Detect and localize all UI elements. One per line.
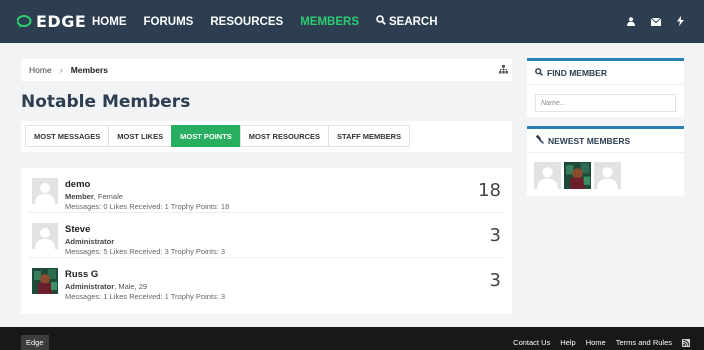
newest-members-block: NEWEST MEMBERS (527, 126, 684, 196)
footer-style-chooser[interactable]: Edge (21, 335, 49, 350)
find-member-title: FIND MEMBER (547, 67, 607, 78)
user-icon[interactable] (627, 13, 635, 31)
breadcrumb-separator: › (59, 65, 63, 75)
footer-link-terms[interactable]: Terms and Rules (616, 338, 672, 347)
nav-home[interactable]: HOME (92, 16, 127, 28)
newest-members-title: NEWEST MEMBERS (548, 135, 631, 146)
member-tabs: MOST MESSAGES MOST LIKES MOST POINTS MOS… (21, 121, 512, 152)
find-member-input[interactable] (535, 94, 676, 112)
footer-link-contact[interactable]: Contact Us (513, 338, 550, 347)
default-avatar[interactable] (534, 162, 561, 189)
member-role: Member (65, 192, 94, 201)
footer-link-home[interactable]: Home (586, 338, 606, 347)
list-item: demo Member, Female Messages: 0 Likes Re… (29, 168, 504, 213)
footer: Edge Contact Us Help Home Terms and Rule… (0, 327, 704, 350)
member-stats: Messages: 0 Likes Received: 1 Trophy Poi… (65, 202, 230, 211)
nav-forums[interactable]: FORUMS (144, 16, 194, 28)
member-title: Member, Female (65, 192, 123, 201)
nav-search-label: SEARCH (388, 15, 438, 28)
breadcrumb: Home › Members (21, 59, 512, 81)
tab-most-likes[interactable]: MOST LIKES (108, 125, 173, 147)
member-title: Administrator (65, 237, 114, 246)
gavel-icon (535, 134, 544, 146)
default-avatar[interactable] (32, 178, 58, 204)
tab-most-points[interactable]: MOST POINTS (171, 125, 241, 147)
user-tools (611, 0, 684, 43)
footer-links: Contact Us Help Home Terms and Rules (503, 338, 690, 347)
footer-link-help[interactable]: Help (560, 338, 575, 347)
member-name[interactable]: Steve (65, 224, 90, 235)
rss-icon[interactable] (682, 338, 690, 347)
site-logo-text: EDGE (36, 12, 87, 31)
member-points: 3 (489, 225, 501, 246)
member-title: Administrator, Male, 29 (65, 282, 147, 291)
member-name[interactable]: demo (65, 179, 90, 190)
site-logo[interactable]: EDGE (16, 12, 87, 31)
main-nav: HOME FORUMS RESOURCES MEMBERS SEARCH (92, 0, 455, 43)
sitemap-icon[interactable] (499, 65, 508, 76)
member-stats: Messages: 5 Likes Received: 3 Trophy Poi… (65, 247, 226, 256)
member-role: Administrator (65, 282, 115, 291)
search-icon (535, 67, 543, 78)
search-icon (376, 15, 386, 28)
member-points: 18 (478, 180, 501, 201)
member-name[interactable]: Russ G (65, 269, 98, 280)
default-avatar[interactable] (32, 223, 58, 249)
newest-members-heading: NEWEST MEMBERS (527, 129, 684, 153)
tab-staff-members[interactable]: STAFF MEMBERS (328, 125, 411, 147)
list-item: Steve Administrator Messages: 5 Likes Re… (29, 213, 504, 258)
top-navigation-bar: EDGE HOME FORUMS RESOURCES MEMBERS SEARC… (0, 0, 704, 43)
breadcrumb-current[interactable]: Members (71, 65, 108, 75)
bolt-icon[interactable] (677, 13, 684, 31)
nav-search[interactable]: SEARCH (376, 15, 438, 28)
envelope-icon[interactable] (650, 13, 662, 31)
tab-most-resources[interactable]: MOST RESOURCES (239, 125, 330, 147)
find-member-heading: FIND MEMBER (527, 61, 684, 85)
member-extra: , Male, 29 (114, 282, 148, 291)
photo-avatar[interactable] (564, 162, 591, 189)
member-points: 3 (489, 270, 501, 291)
page-title: Notable Members (21, 92, 191, 112)
speech-bubble-logo-icon (16, 14, 33, 29)
list-item: Russ G Administrator, Male, 29 Messages:… (29, 258, 504, 303)
default-avatar[interactable] (594, 162, 621, 189)
member-role: Administrator (65, 237, 115, 246)
newest-members-avatars (534, 162, 624, 189)
nav-members[interactable]: MEMBERS (300, 16, 359, 28)
member-extra: , Female (93, 192, 123, 201)
tab-most-messages[interactable]: MOST MESSAGES (25, 125, 110, 147)
breadcrumb-home[interactable]: Home (29, 65, 52, 75)
nav-resources[interactable]: RESOURCES (210, 16, 283, 28)
member-list: demo Member, Female Messages: 0 Likes Re… (21, 168, 512, 314)
photo-avatar[interactable] (32, 268, 58, 294)
find-member-block: FIND MEMBER (527, 58, 684, 117)
member-stats: Messages: 1 Likes Received: 1 Trophy Poi… (65, 292, 226, 301)
